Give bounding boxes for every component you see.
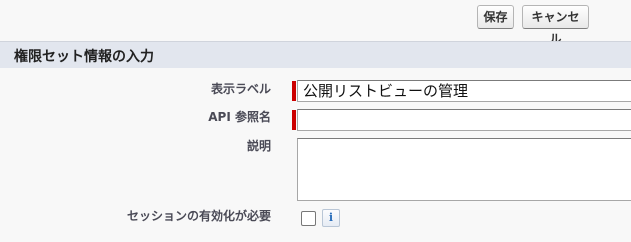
required-marker bbox=[292, 110, 296, 130]
required-marker bbox=[292, 81, 296, 101]
label-field-label: 表示ラベル bbox=[210, 82, 271, 96]
description-field-label: 説明 bbox=[246, 139, 271, 153]
section-title: 権限セット情報の入力 bbox=[14, 49, 154, 65]
section-header: 権限セット情報の入力 bbox=[0, 41, 631, 68]
save-button[interactable]: 保存 bbox=[477, 5, 514, 29]
cancel-button[interactable]: キャンセル bbox=[522, 5, 589, 46]
info-icon[interactable]: i bbox=[322, 209, 340, 227]
api-name-field-label: API 参照名 bbox=[208, 110, 271, 124]
button-toolbar: 保存 キャンセル bbox=[0, 0, 631, 46]
session-activation-checkbox[interactable] bbox=[301, 211, 316, 226]
session-activation-label: セッションの有効化が必要 bbox=[126, 209, 271, 223]
label-input[interactable]: 公開リストビューの管理 bbox=[297, 80, 631, 102]
description-textarea[interactable] bbox=[297, 138, 631, 201]
api-name-input[interactable] bbox=[297, 109, 631, 131]
info-icon-glyph: i bbox=[328, 211, 334, 224]
